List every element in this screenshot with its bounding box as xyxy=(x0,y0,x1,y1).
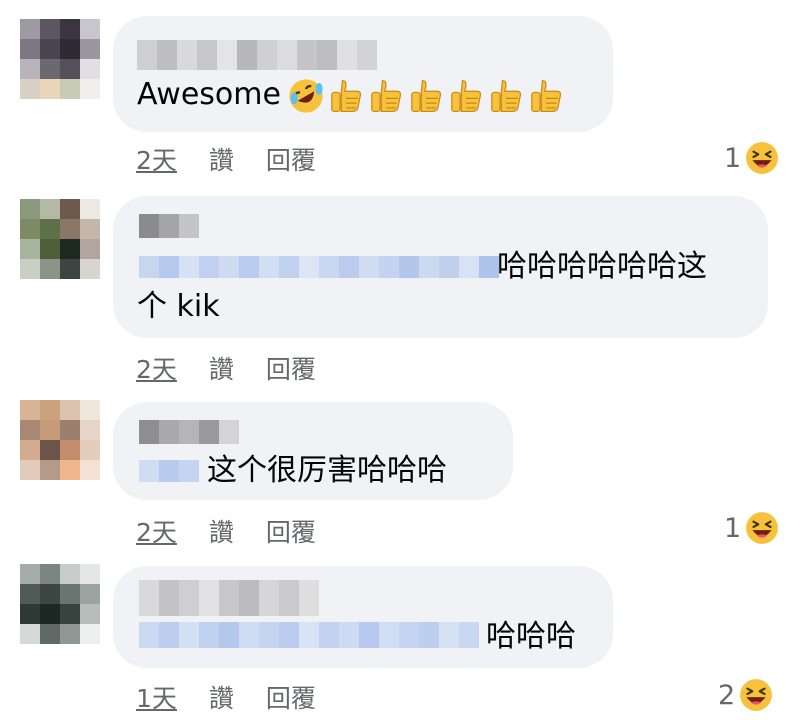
reaction-number: 2 xyxy=(718,679,736,711)
reply-button[interactable]: 回覆 xyxy=(266,350,316,386)
commenter-name[interactable] xyxy=(139,420,239,444)
avatar[interactable] xyxy=(20,19,100,99)
comment-bubble: 哈哈哈 xyxy=(113,566,613,668)
reaction-count[interactable]: 1 xyxy=(724,141,779,175)
reaction-count[interactable]: 1 xyxy=(724,511,779,545)
thumbs-up-emoji-icon xyxy=(327,77,365,115)
reply-button[interactable]: 回覆 xyxy=(266,141,316,177)
comment-timestamp[interactable]: 2天 xyxy=(136,141,177,177)
comment-actions: 1天 讚 回覆 xyxy=(136,679,316,715)
comment-actions: 2天 讚 回覆 xyxy=(136,350,316,386)
avatar[interactable] xyxy=(20,199,100,279)
reply-button[interactable]: 回覆 xyxy=(266,679,316,715)
reaction-number: 1 xyxy=(724,142,742,174)
comment-timestamp[interactable]: 2天 xyxy=(136,513,177,549)
mentioned-user-tag[interactable] xyxy=(139,460,199,482)
comment-text: 这个很厉害哈哈哈 xyxy=(207,453,447,488)
reply-button[interactable]: 回覆 xyxy=(266,513,316,549)
like-button[interactable]: 讚 xyxy=(209,350,234,386)
thumbs-up-emoji-icon xyxy=(487,77,525,115)
mentioned-user-tag[interactable] xyxy=(139,256,499,278)
avatar[interactable] xyxy=(20,564,100,644)
commenter-name[interactable] xyxy=(139,214,199,238)
commenter-name[interactable] xyxy=(139,580,319,616)
comment-actions: 2天 讚 回覆 xyxy=(136,513,316,549)
comment-timestamp[interactable]: 2天 xyxy=(136,350,177,386)
reaction-count[interactable]: 2 xyxy=(718,678,773,712)
mentioned-user-tag[interactable] xyxy=(139,622,479,648)
rolling-laughing-emoji-icon xyxy=(287,77,325,115)
comment-bubble: 哈哈哈哈哈哈这 个 kik xyxy=(113,196,768,338)
commenter-name[interactable] xyxy=(137,40,377,70)
comment-bubble: Awesome xyxy=(113,16,613,132)
comment-text-line: 哈哈哈哈哈哈这 xyxy=(497,249,707,284)
laughing-emoji-icon xyxy=(745,141,779,175)
thumbs-up-emoji-icon xyxy=(407,77,445,115)
thumbs-up-emoji-icon xyxy=(447,77,485,115)
like-button[interactable]: 讚 xyxy=(209,679,234,715)
emoji-row xyxy=(287,77,565,115)
comment-text-line: 个 kik xyxy=(137,289,220,324)
thumbs-up-emoji-icon xyxy=(367,77,405,115)
avatar[interactable] xyxy=(20,400,100,480)
like-button[interactable]: 讚 xyxy=(209,513,234,549)
comment-bubble: 这个很厉害哈哈哈 xyxy=(113,402,513,500)
thumbs-up-emoji-icon xyxy=(527,77,565,115)
laughing-emoji-icon xyxy=(745,511,779,545)
reaction-number: 1 xyxy=(724,512,742,544)
comment-text: Awesome xyxy=(137,74,565,116)
comment-actions: 2天 讚 回覆 xyxy=(136,141,316,177)
comment-text: 哈哈哈 xyxy=(486,619,576,654)
laughing-emoji-icon xyxy=(739,678,773,712)
comment-timestamp[interactable]: 1天 xyxy=(136,679,177,715)
like-button[interactable]: 讚 xyxy=(209,141,234,177)
